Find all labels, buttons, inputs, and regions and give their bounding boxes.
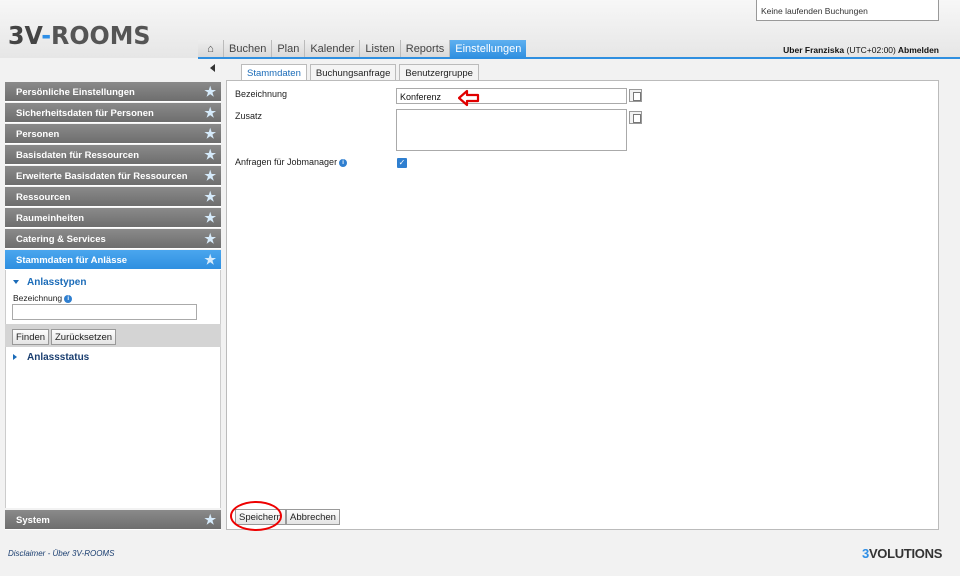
sidebar-item-sicherheitsdaten[interactable]: Sicherheitsdaten für Personen ★ [5, 103, 221, 123]
user-bar: Uber Franziska (UTC+02:00) Abmelden [783, 45, 939, 55]
tab-buchungsanfrage[interactable]: Buchungsanfrage [309, 64, 397, 81]
cancel-button[interactable]: Abbrechen [286, 509, 340, 525]
star-icon[interactable]: ★ [204, 84, 216, 100]
filter-bezeichnung-input[interactable] [12, 304, 197, 320]
user-name: Uber Franziska [783, 45, 845, 55]
bezeichnung-input[interactable]: Konferenz [396, 88, 627, 104]
home-icon[interactable]: ⌂ [198, 40, 224, 58]
sidebar-item-basisdaten-ressourcen[interactable]: Basisdaten für Ressourcen ★ [5, 145, 221, 165]
sidebar-item-stammdaten-anlaesse[interactable]: Stammdaten für Anlässe ★ [5, 250, 221, 270]
tab-benutzergruppe[interactable]: Benutzergruppe [399, 64, 479, 81]
main-nav: ⌂ Buchen Plan Kalender Listen Reports Ei… [198, 40, 527, 58]
nav-tab-reports[interactable]: Reports [400, 40, 451, 58]
info-icon[interactable]: i [64, 294, 73, 303]
nav-accent-strip [198, 57, 960, 59]
star-icon[interactable]: ★ [204, 231, 216, 247]
sidebar-item-catering[interactable]: Catering & Services ★ [5, 229, 221, 249]
header: 3V-ROOMS Keine laufenden Buchungen ⌂ Buc… [0, 0, 960, 58]
footer-links: Disclaimer - Über 3V-ROOMS [8, 549, 115, 558]
star-icon[interactable]: ★ [204, 147, 216, 163]
zusatz-textarea[interactable] [396, 109, 627, 151]
red-circle-annotation [230, 501, 282, 531]
star-icon[interactable]: ★ [204, 252, 216, 268]
evolutions-logo: 3VOLUTIONS [862, 546, 943, 561]
collapse-sidebar-icon[interactable] [210, 64, 215, 72]
tab-stammdaten[interactable]: Stammdaten [241, 64, 307, 81]
sidebar-item-raumeinheiten[interactable]: Raumeinheiten ★ [5, 208, 221, 228]
translate-notes-icon[interactable] [629, 89, 642, 102]
nav-tab-plan[interactable]: Plan [272, 40, 306, 58]
sidebar-item-personen[interactable]: Personen ★ [5, 124, 221, 144]
about-link[interactable]: Über 3V-ROOMS [52, 549, 114, 558]
disclaimer-link[interactable]: Disclaimer [8, 549, 45, 558]
anlassstatus-header[interactable]: Anlassstatus [27, 352, 89, 363]
app-logo: 3V-ROOMS [8, 21, 151, 50]
nav-tab-buchen[interactable]: Buchen [224, 40, 273, 58]
anlasstypen-header[interactable]: Anlasstypen [27, 277, 86, 288]
app-window: 3V-ROOMS Keine laufenden Buchungen ⌂ Buc… [0, 0, 960, 576]
running-bookings-status: Keine laufenden Buchungen [756, 0, 939, 21]
collapsed-arrow-icon [13, 354, 17, 360]
star-icon[interactable]: ★ [204, 126, 216, 142]
find-button[interactable]: Finden [12, 329, 50, 345]
sidebar-item-persoenliche-einstellungen[interactable]: Persönliche Einstellungen ★ [5, 82, 221, 102]
zusatz-label: Zusatz [235, 111, 263, 121]
bezeichnung-label: Bezeichnung [235, 89, 288, 99]
sidebar-item-erweiterte-basisdaten[interactable]: Erweiterte Basisdaten für Ressourcen ★ [5, 166, 221, 186]
jobmanager-label: Anfragen für Jobmanager i [235, 157, 348, 167]
timezone: (UTC+02:00) [846, 45, 896, 55]
content-tabs: Stammdaten Buchungsanfrage Benutzergrupp… [241, 64, 482, 81]
star-icon[interactable]: ★ [204, 210, 216, 226]
star-icon[interactable]: ★ [204, 189, 216, 205]
sidebar-item-system[interactable]: System ★ [5, 510, 221, 530]
star-icon[interactable]: ★ [204, 168, 216, 184]
sidebar-item-ressourcen[interactable]: Ressourcen ★ [5, 187, 221, 207]
star-icon[interactable]: ★ [204, 512, 216, 528]
jobmanager-checkbox[interactable]: ✓ [397, 158, 407, 168]
nav-tab-kalender[interactable]: Kalender [305, 40, 361, 58]
expanded-arrow-icon [13, 280, 19, 284]
filter-label: Bezeichnung i [13, 293, 73, 303]
info-icon[interactable]: i [339, 158, 348, 167]
star-icon[interactable]: ★ [204, 105, 216, 121]
reset-button[interactable]: Zurücksetzen [51, 329, 117, 345]
red-arrow-annotation-icon [458, 89, 480, 107]
nav-tab-einstellungen[interactable]: Einstellungen [450, 40, 527, 58]
translate-notes-icon[interactable] [629, 111, 642, 124]
nav-tab-listen[interactable]: Listen [360, 40, 401, 58]
logout-link[interactable]: Abmelden [898, 45, 939, 55]
